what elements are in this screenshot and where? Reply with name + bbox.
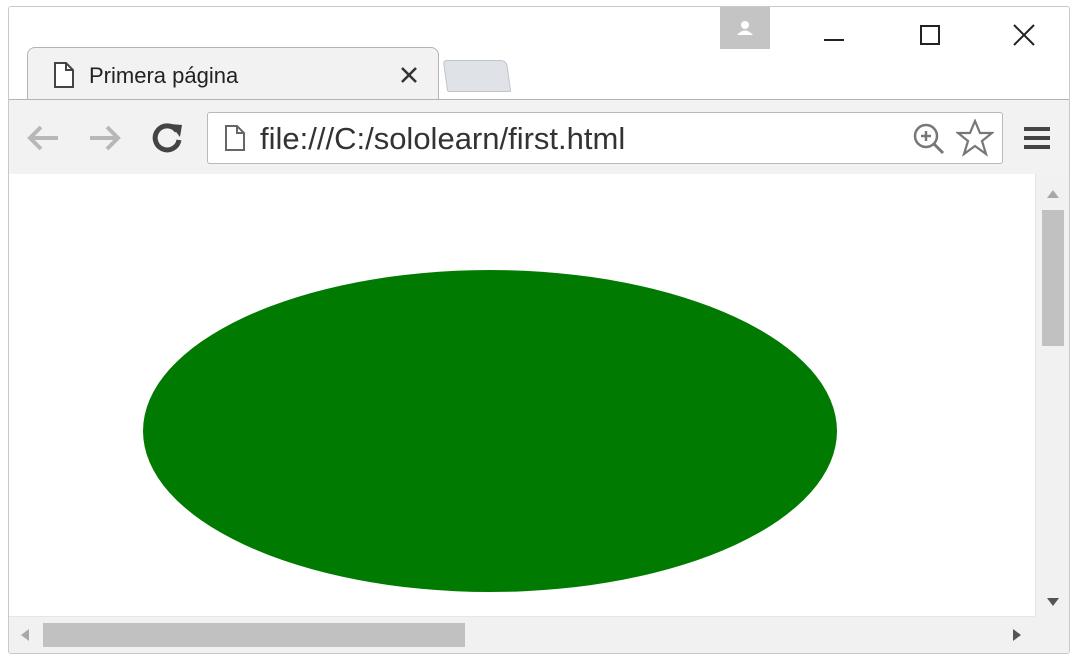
star-icon[interactable] [956, 119, 994, 157]
scroll-down-icon[interactable] [1047, 598, 1059, 606]
user-avatar-icon [737, 21, 753, 35]
reload-icon [152, 123, 182, 153]
vertical-scrollbar[interactable] [1035, 174, 1069, 616]
page-content [9, 174, 1035, 616]
green-ellipse [143, 270, 837, 592]
horizontal-scrollbar[interactable] [9, 616, 1035, 653]
page-icon [54, 62, 74, 88]
hamburger-menu-icon [1024, 127, 1050, 149]
menu-button[interactable] [1017, 118, 1057, 158]
forward-arrow-icon [90, 125, 121, 151]
address-bar[interactable]: file:///C:/sololearn/first.html [207, 112, 1003, 164]
maximize-icon [920, 25, 940, 45]
close-window-button[interactable] [999, 15, 1049, 55]
browser-window: Primera página file:///C:/sololearn/firs… [8, 6, 1070, 654]
close-icon [401, 67, 417, 83]
browser-toolbar: file:///C:/sololearn/first.html [9, 99, 1069, 175]
vertical-scroll-thumb[interactable] [1042, 210, 1064, 346]
horizontal-scroll-thumb[interactable] [43, 623, 465, 647]
new-tab-button[interactable] [442, 60, 512, 92]
minimize-button[interactable] [809, 15, 859, 55]
zoom-in-icon[interactable] [912, 122, 946, 156]
tab-close-button[interactable] [397, 63, 421, 87]
reload-button[interactable] [147, 118, 187, 158]
tab-title: Primera página [89, 63, 239, 88]
back-button[interactable] [23, 118, 63, 158]
close-icon [1013, 24, 1035, 46]
page-canvas [143, 270, 837, 592]
minimize-icon [824, 39, 844, 41]
scroll-up-icon[interactable] [1047, 190, 1059, 198]
scroll-left-icon[interactable] [21, 629, 29, 641]
maximize-button[interactable] [905, 15, 955, 55]
url-text: file:///C:/sololearn/first.html [260, 121, 626, 156]
forward-button[interactable] [85, 118, 125, 158]
page-icon [225, 125, 245, 151]
back-arrow-icon [27, 125, 58, 151]
profile-button[interactable] [720, 7, 770, 49]
scrollbar-corner [1035, 616, 1069, 653]
scroll-right-icon[interactable] [1013, 629, 1021, 641]
title-bar: Primera página [9, 7, 1069, 101]
